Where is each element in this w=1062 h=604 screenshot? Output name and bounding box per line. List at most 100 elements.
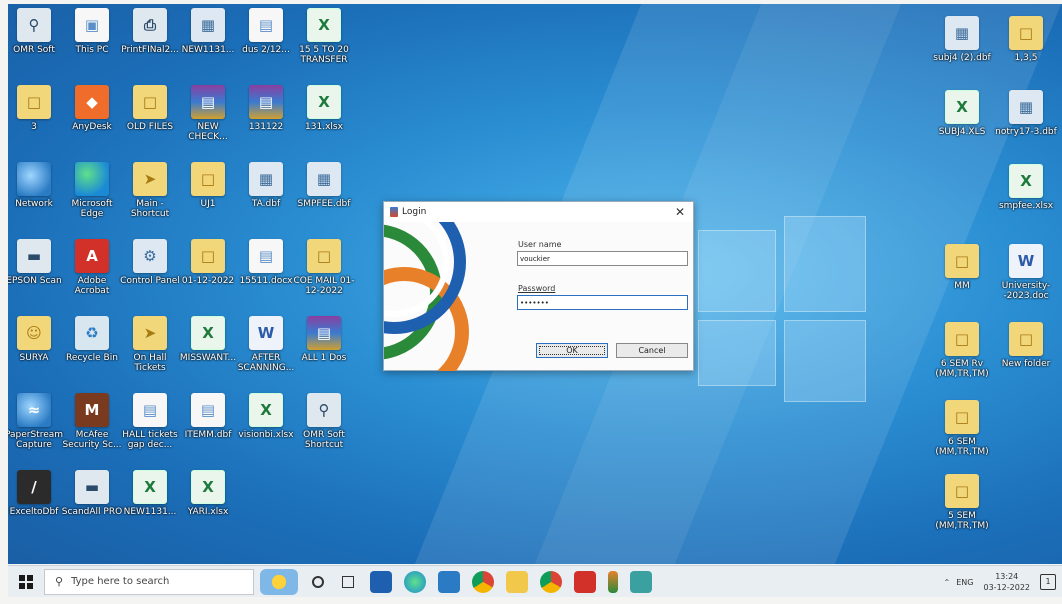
desktop-icon[interactable]: ▤ ALL 1 Dos: [292, 316, 356, 363]
desktop-icon-label: 15 5 TO 20 TRANSFER: [299, 45, 349, 65]
desktop-icon-label: SMPFEE.dbf: [297, 199, 351, 209]
folder-icon: □: [1009, 16, 1043, 50]
username-field[interactable]: vouckier: [517, 251, 688, 266]
dbf-file-icon: ▦: [1009, 90, 1043, 124]
desktop-icon[interactable]: ⚲ OMR Soft Shortcut: [292, 393, 356, 450]
desktop-icon[interactable]: ▣ This PC: [60, 8, 124, 55]
desktop-icon-label: Control Panel: [120, 276, 180, 286]
desktop-icon[interactable]: ⎙ PrintFINal2...: [118, 8, 182, 55]
edge-icon: [75, 162, 109, 196]
desktop-icon[interactable]: □ UJ1: [176, 162, 240, 209]
desktop-icon[interactable]: ⚲ OMR Soft: [8, 8, 66, 55]
desktop-icon[interactable]: ▤ ITEMM.dbf: [176, 393, 240, 440]
desktop-icon-label: On Hall Tickets: [133, 353, 167, 373]
start-button[interactable]: [8, 566, 44, 598]
desktop-icon[interactable]: ▦ NEW1131...: [176, 8, 240, 55]
desktop-icon[interactable]: W University--2023.doc: [994, 244, 1058, 301]
excel-to-dbf-icon: /: [17, 470, 51, 504]
close-icon[interactable]: ✕: [675, 205, 685, 219]
taskbar-app-excel-dbf-icon[interactable]: [630, 570, 652, 593]
desktop-icon[interactable]: / ExceltoDbf: [8, 470, 66, 517]
desktop-icon-label: PaperStream Capture: [8, 430, 64, 450]
cortana-icon[interactable]: [312, 575, 324, 588]
dbf-file-icon: ▦: [249, 162, 283, 196]
desktop-icon-label: Adobe Acrobat: [74, 276, 110, 296]
desktop-icon-label: ScandAll PRO: [61, 507, 123, 517]
document-icon: ▤: [133, 393, 167, 427]
desktop-icon[interactable]: ▦ subj4 (2).dbf: [930, 16, 994, 63]
desktop-icon[interactable]: ◆ AnyDesk: [60, 85, 124, 132]
language-indicator[interactable]: ENG: [956, 578, 973, 587]
desktop-icon[interactable]: Microsoft Edge: [60, 162, 124, 219]
taskbar-edge-icon[interactable]: [404, 570, 426, 593]
desktop-icon[interactable]: X 15 5 TO 20 TRANSFER: [292, 8, 356, 65]
taskbar-chrome-icon[interactable]: [472, 570, 494, 593]
folder-icon: □: [307, 239, 341, 273]
desktop-icon[interactable]: □ COE MAIL 01-12-2022: [292, 239, 356, 296]
task-view-icon[interactable]: [342, 575, 354, 588]
desktop-icon[interactable]: A Adobe Acrobat: [60, 239, 124, 296]
document-icon: ▤: [191, 393, 225, 427]
desktop-icon[interactable]: ▬ EPSON Scan: [8, 239, 66, 286]
password-field[interactable]: •••••••: [517, 295, 688, 310]
desktop-icon[interactable]: □ OLD FILES: [118, 85, 182, 132]
login-titlebar[interactable]: Login: [384, 202, 693, 222]
desktop-icon[interactable]: ▦ SMPFEE.dbf: [292, 162, 356, 209]
network-icon: [17, 162, 51, 196]
cancel-button[interactable]: Cancel: [616, 343, 688, 358]
desktop-icon[interactable]: X 131.xlsx: [292, 85, 356, 132]
desktop-icon[interactable]: □ MM: [930, 244, 994, 291]
chevron-up-icon[interactable]: ⌃: [944, 578, 951, 587]
desktop-icon[interactable]: Xvisionbi.xlsx: [234, 393, 298, 440]
taskbar-chrome-profile-icon[interactable]: [540, 570, 562, 593]
clock[interactable]: 13:24 03-12-2022: [984, 571, 1031, 593]
desktop-icon[interactable]: ▦ TA.dbf: [234, 162, 298, 209]
desktop-icon[interactable]: □ 6 SEM (MM,TR,TM): [930, 400, 994, 457]
desktop-icon[interactable]: ▤ 15511.docx: [234, 239, 298, 286]
desktop-icon[interactable]: ♻ Recycle Bin: [60, 316, 124, 363]
desktop-icon-label: OMR Soft Shortcut: [303, 430, 345, 450]
taskbar-app-store-icon[interactable]: [370, 570, 392, 593]
desktop-icon[interactable]: □ 5 SEM (MM,TR,TM): [930, 474, 994, 531]
desktop-icon[interactable]: □ 3: [8, 85, 66, 132]
taskbar-search-box[interactable]: ⚲ Type here to search: [44, 568, 254, 595]
taskbar-app-icon[interactable]: [438, 570, 460, 593]
desktop-icon[interactable]: X SUBJ4.XLS: [930, 90, 994, 137]
taskbar-app-login-icon[interactable]: [608, 570, 618, 593]
desktop-icon[interactable]: X NEW1131...: [118, 470, 182, 517]
desktop-icon[interactable]: ≈ PaperStream Capture: [8, 393, 66, 450]
app-icon: [390, 207, 398, 217]
desktop-icon-label: NEW1131...: [123, 507, 177, 517]
desktop-icon-label: New folder: [1001, 359, 1051, 369]
desktop-icon[interactable]: ▤ HALL tickets gap dec...: [118, 393, 182, 450]
desktop-icon[interactable]: ⚙ Control Panel: [118, 239, 182, 286]
desktop-icon[interactable]: □ 1,3,5: [994, 16, 1058, 63]
desktop-icon-label: 15511.docx: [239, 276, 293, 286]
desktop-icon[interactable]: W AFTER SCANNING...: [234, 316, 298, 373]
desktop-icon[interactable]: ▤ 131122: [234, 85, 298, 132]
desktop-icon[interactable]: □ 6 SEM Rv (MM,TR,TM): [930, 322, 994, 379]
folder-icon: □: [945, 400, 979, 434]
desktop-icon[interactable]: ▦ notry17-3.dbf: [994, 90, 1058, 137]
desktop-icon[interactable]: Xsmpfee.xlsx: [994, 164, 1058, 211]
desktop-icon-label: NEW1131...: [181, 45, 235, 55]
username-label: User name: [518, 240, 562, 249]
ok-button[interactable]: OK: [536, 343, 608, 358]
desktop-icon[interactable]: ▤ dus 2/12...: [234, 8, 298, 55]
taskbar-app-red-icon[interactable]: [574, 570, 596, 593]
desktop-icon[interactable]: M McAfee Security Sc...: [60, 393, 124, 450]
desktop-icon[interactable]: ➤ Main - Shortcut: [118, 162, 182, 219]
desktop-icon[interactable]: ▤ NEW CHECK...: [176, 85, 240, 142]
desktop-icon[interactable]: X MISSWANT...: [176, 316, 240, 363]
desktop-icon[interactable]: □ 01-12-2022: [176, 239, 240, 286]
desktop-icon[interactable]: ☺ SURYA: [8, 316, 66, 363]
desktop-icon[interactable]: □ New folder: [994, 322, 1058, 369]
desktop-icon[interactable]: X YARI.xlsx: [176, 470, 240, 517]
taskbar-file-explorer-icon[interactable]: [506, 570, 528, 593]
weather-icon[interactable]: [260, 568, 298, 595]
desktop-icon[interactable]: Network: [8, 162, 66, 209]
desktop-icon[interactable]: ➤ On Hall Tickets: [118, 316, 182, 373]
notification-icon[interactable]: 1: [1040, 574, 1056, 590]
desktop-icon[interactable]: ▬ ScandAll PRO: [60, 470, 124, 517]
shortcut-icon: ➤: [133, 162, 167, 196]
